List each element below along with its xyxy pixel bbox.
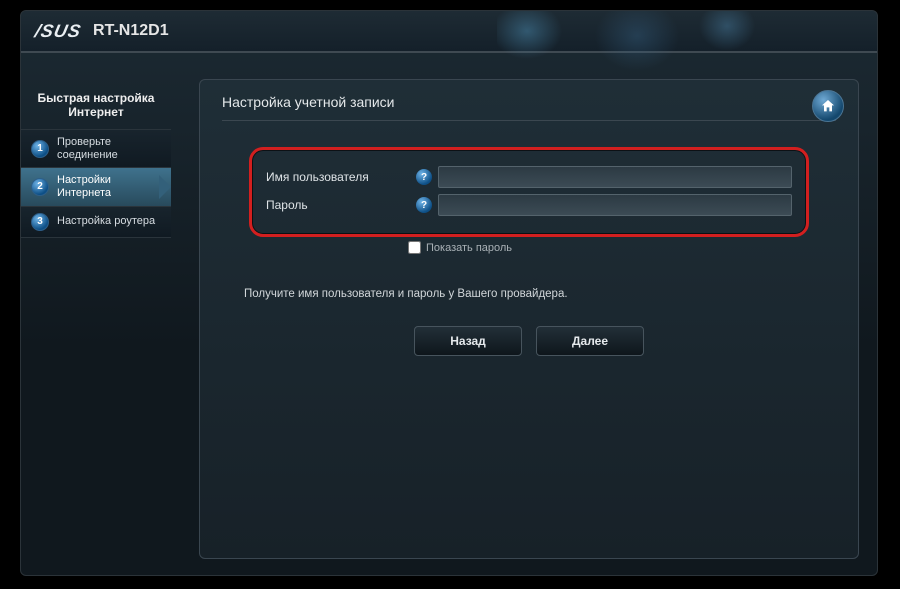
show-password-label: Показать пароль	[426, 242, 512, 254]
username-label: Имя пользователя	[266, 170, 416, 184]
next-button[interactable]: Далее	[536, 326, 644, 356]
home-button[interactable]	[812, 90, 844, 122]
step-number-icon: 2	[31, 178, 49, 196]
step-number-icon: 1	[31, 140, 49, 158]
step-number-icon: 3	[31, 213, 49, 231]
provider-note: Получите имя пользователя и пароль у Ваш…	[244, 288, 836, 300]
password-input[interactable]	[438, 194, 792, 216]
brand-text: /SUS	[33, 21, 83, 42]
show-password-checkbox[interactable]	[408, 241, 421, 254]
back-button[interactable]: Назад	[414, 326, 522, 356]
main-area: Настройка учетной записи Имя пользовател…	[171, 53, 877, 575]
sidebar-title: Быстрая настройка Интернет	[21, 91, 171, 129]
sidebar: Быстрая настройка Интернет 1 Проверьте с…	[21, 53, 171, 575]
account-panel: Настройка учетной записи Имя пользовател…	[199, 79, 859, 559]
step-internet-settings[interactable]: 2 Настройки Интернета	[21, 167, 171, 205]
app-window: /SUS RT-N12D1 Быстрая настройка Интернет…	[20, 10, 878, 576]
home-icon	[820, 98, 836, 114]
password-label: Пароль	[266, 198, 416, 212]
help-icon[interactable]: ?	[416, 197, 432, 213]
step-label: Проверьте соединение	[57, 136, 163, 161]
step-router-settings[interactable]: 3 Настройка роутера	[21, 206, 171, 238]
step-label: Настройки Интернета	[57, 174, 163, 199]
password-row: Пароль ?	[266, 194, 792, 216]
button-row: Назад Далее	[222, 326, 836, 356]
model-name: RT-N12D1	[93, 22, 169, 40]
username-row: Имя пользователя ?	[266, 166, 792, 188]
header-bar: /SUS RT-N12D1	[21, 11, 877, 53]
step-label: Настройка роутера	[57, 215, 155, 228]
step-check-connection[interactable]: 1 Проверьте соединение	[21, 129, 171, 167]
highlight-box: Имя пользователя ? Пароль ?	[249, 147, 809, 237]
body: Быстрая настройка Интернет 1 Проверьте с…	[21, 53, 877, 575]
username-input[interactable]	[438, 166, 792, 188]
show-password-row: Показать пароль	[408, 241, 836, 254]
brand-logo: /SUS	[35, 21, 81, 42]
help-icon[interactable]: ?	[416, 169, 432, 185]
panel-title: Настройка учетной записи	[222, 94, 836, 121]
